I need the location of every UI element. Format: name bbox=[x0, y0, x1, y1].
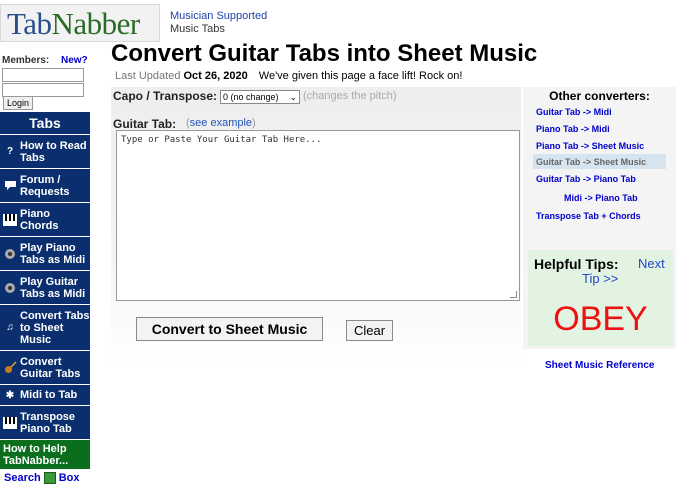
capo-label: Capo / Transpose: bbox=[113, 89, 218, 103]
guitar-tab-label: Guitar Tab: bbox=[113, 117, 177, 131]
next-tip-link[interactable]: Next bbox=[638, 256, 665, 271]
converter-link-piano-tab-sheet-music[interactable]: Piano Tab -> Sheet Music bbox=[536, 141, 644, 151]
guitar-tab-textarea[interactable]: Type or Paste Your Guitar Tab Here... bbox=[116, 130, 520, 301]
tabnabber-logo[interactable]: TabNabber bbox=[0, 4, 160, 42]
sidebar-item-label: Play Piano Tabs as Midi bbox=[20, 241, 86, 266]
other-converters-title: Other converters: bbox=[549, 89, 650, 103]
clear-button[interactable]: Clear bbox=[346, 320, 393, 341]
music-note-icon: ♫ bbox=[6, 322, 14, 333]
tip-text: OBEY bbox=[553, 300, 648, 338]
tab-placeholder: Type or Paste Your Guitar Tab Here... bbox=[121, 135, 322, 145]
last-updated: Last Updated Oct 26, 2020 We've given th… bbox=[115, 70, 462, 82]
new-member-link[interactable]: New? bbox=[61, 55, 88, 66]
username-input[interactable] bbox=[2, 68, 84, 82]
sidebar-item-label: Play Guitar Tabs as Midi bbox=[20, 275, 86, 300]
converter-link-piano-tab-midi[interactable]: Piano Tab -> Midi bbox=[536, 124, 610, 134]
sidebar-item-forum-requests[interactable]: Forum / Requests bbox=[0, 169, 90, 203]
sidebar-item-label: Transpose Piano Tab bbox=[20, 410, 76, 435]
logo-part-tab: Tab bbox=[7, 6, 52, 41]
login-button[interactable]: Login bbox=[3, 96, 34, 110]
updated-date: Oct 26, 2020 bbox=[183, 70, 248, 82]
gear-icon: ✱ bbox=[5, 389, 15, 401]
tagline-line2: Music Tabs bbox=[170, 23, 225, 35]
capo-hint: (changes the pitch) bbox=[303, 90, 397, 102]
search-label: Search bbox=[4, 472, 41, 484]
sidebar-nav: Tabs ? How to Read Tabs Forum / Requests… bbox=[0, 112, 90, 469]
see-example-link[interactable]: see example bbox=[190, 117, 252, 129]
sidebar-item-label: Forum / Requests bbox=[20, 173, 70, 198]
sidebar-item-convert-tabs-to-sheet-music[interactable]: ♫ Convert Tabs to Sheet Music bbox=[0, 305, 90, 351]
sidebar-item-piano-chords[interactable]: Piano Chords bbox=[0, 203, 90, 237]
piano-keys-icon bbox=[3, 416, 17, 430]
search-box-link[interactable]: Search Box bbox=[4, 472, 79, 484]
see-example-wrapper: (see example) bbox=[186, 117, 256, 129]
nav-header: Tabs bbox=[0, 112, 90, 135]
box-label: Box bbox=[58, 472, 80, 484]
sidebar-item-transpose-piano-tab[interactable]: Transpose Piano Tab bbox=[0, 406, 90, 440]
updated-label: Last Updated bbox=[115, 70, 181, 82]
chevron-down-icon: ⌄ bbox=[289, 92, 297, 102]
sidebar-item-label: Convert Guitar Tabs bbox=[20, 355, 81, 380]
convert-to-sheet-music-button[interactable]: Convert to Sheet Music bbox=[136, 317, 323, 341]
sidebar-item-label: How to Read Tabs bbox=[20, 139, 87, 164]
how-to-help-link[interactable]: How to Help TabNabber... bbox=[0, 440, 90, 469]
page-title: Convert Guitar Tabs into Sheet Music bbox=[111, 40, 538, 67]
sheet-music-reference-link[interactable]: Sheet Music Reference bbox=[545, 360, 655, 371]
sidebar-item-label: Piano Chords bbox=[20, 207, 59, 232]
converter-link-midi-piano-tab[interactable]: Midi -> Piano Tab bbox=[564, 193, 638, 203]
logo-text: TabNabber bbox=[7, 6, 140, 42]
guitar-icon bbox=[3, 361, 17, 375]
converter-link-transpose-tab-chords[interactable]: Transpose Tab + Chords bbox=[536, 211, 641, 221]
piano-keys-icon bbox=[3, 213, 17, 227]
converter-link-guitar-tab-piano-tab[interactable]: Guitar Tab -> Piano Tab bbox=[536, 174, 636, 184]
updated-note: We've given this page a face lift! Rock … bbox=[258, 70, 463, 82]
speaker-icon bbox=[3, 247, 17, 261]
helpful-tips-title: Helpful Tips: bbox=[534, 256, 619, 272]
speech-bubble-icon bbox=[3, 179, 17, 193]
converter-link-guitar-tab-midi[interactable]: Guitar Tab -> Midi bbox=[536, 107, 612, 117]
members-label: Members: bbox=[2, 55, 50, 66]
paren-close: ) bbox=[252, 117, 256, 129]
next-tip-link-2[interactable]: Tip >> bbox=[582, 271, 618, 286]
capo-transpose-select[interactable]: 0 (no change) ⌄ bbox=[220, 90, 300, 104]
sidebar-item-label: Convert Tabs to Sheet Music bbox=[20, 309, 90, 346]
sidebar-item-how-to-read-tabs[interactable]: ? How to Read Tabs bbox=[0, 135, 90, 169]
password-input[interactable] bbox=[2, 83, 84, 97]
converter-link-guitar-tab-sheet-music[interactable]: Guitar Tab -> Sheet Music bbox=[536, 157, 646, 167]
sidebar-item-label: Midi to Tab bbox=[20, 389, 78, 401]
logo-part-nabber: Nabber bbox=[51, 6, 141, 41]
question-icon: ? bbox=[6, 146, 14, 157]
resize-handle-icon[interactable] bbox=[510, 291, 517, 298]
capo-selected-value: 0 (no change) bbox=[223, 92, 279, 102]
tagline-line1: Musician Supported bbox=[170, 10, 268, 22]
sidebar-item-play-piano-tabs-as-midi[interactable]: Play Piano Tabs as Midi bbox=[0, 237, 90, 271]
sidebar-item-play-guitar-tabs-as-midi[interactable]: Play Guitar Tabs as Midi bbox=[0, 271, 90, 305]
speaker-icon bbox=[3, 281, 17, 295]
sidebar-item-convert-guitar-tabs[interactable]: Convert Guitar Tabs bbox=[0, 351, 90, 385]
sidebar-item-midi-to-tab[interactable]: ✱ Midi to Tab bbox=[0, 385, 90, 406]
search-box-icon bbox=[43, 472, 56, 484]
